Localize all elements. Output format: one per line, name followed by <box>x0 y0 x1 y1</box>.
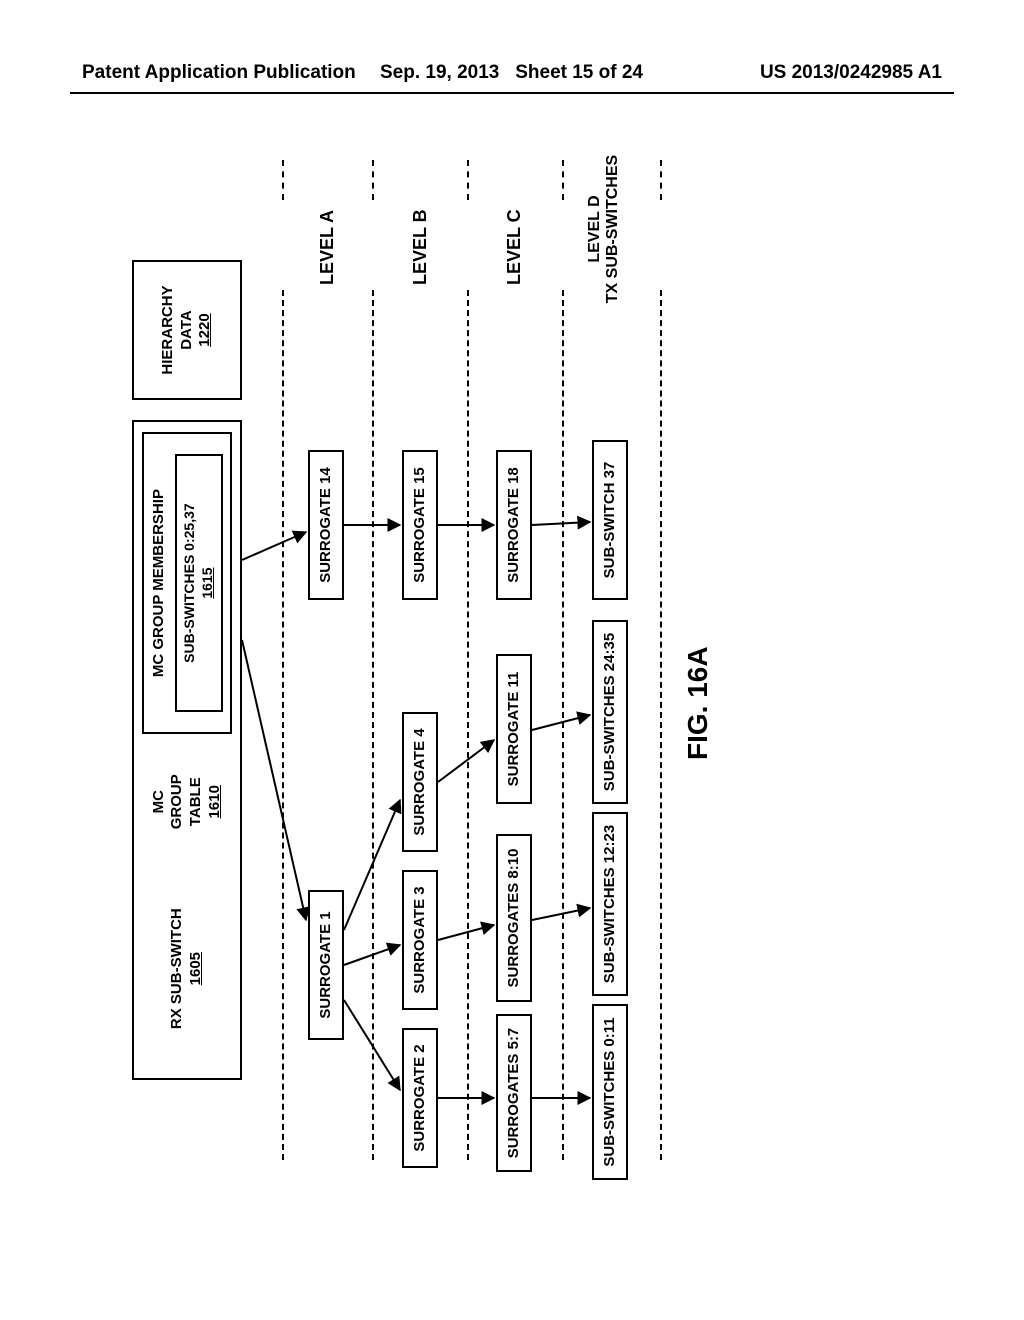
header-sheet: Sheet 15 of 24 <box>515 62 643 83</box>
diagram-stage: RX SUB-SWITCH 1605 MC GROUP TABLE 1610 M… <box>122 160 742 1160</box>
header-date: Sep. 19, 2013 <box>380 62 499 83</box>
header-rule <box>70 92 954 94</box>
header-pubno: US 2013/0242985 A1 <box>760 62 942 84</box>
header-left: Patent Application Publication <box>82 62 356 84</box>
figure-16a: RX SUB-SWITCH 1605 MC GROUP TABLE 1610 M… <box>0 350 932 970</box>
diagram-arrows <box>122 160 742 1160</box>
header-mid: Sep. 19, 2013 Sheet 15 of 24 <box>380 62 643 84</box>
